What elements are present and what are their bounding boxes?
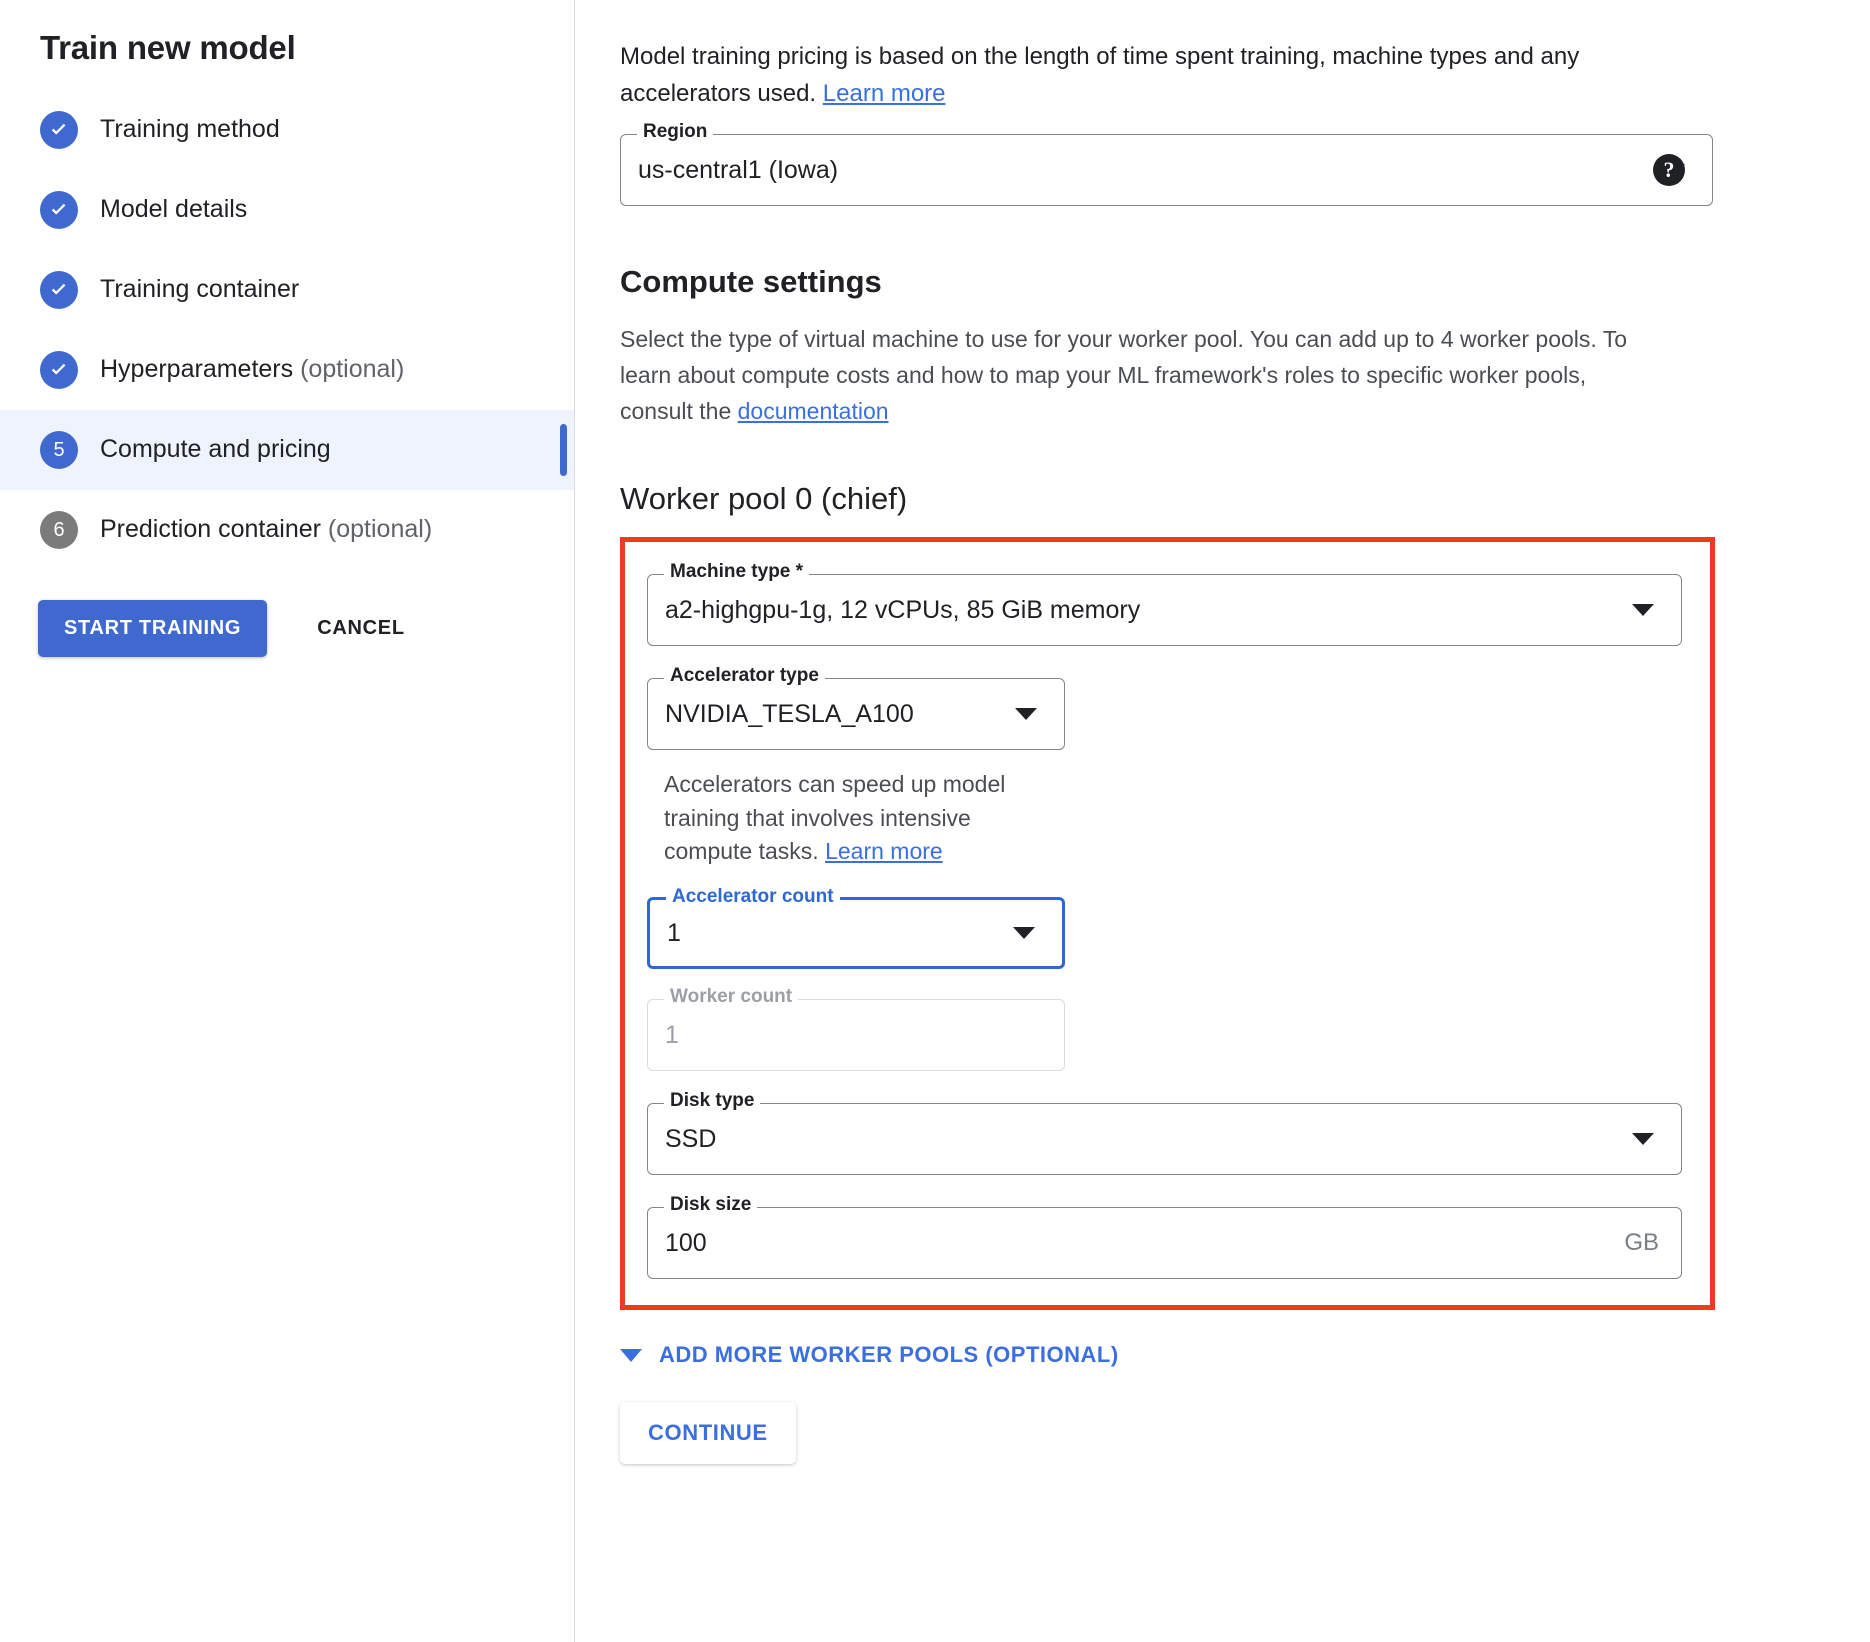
step-number-badge: 6 [40, 511, 78, 549]
accelerator-helper-text: Accelerators can speed up model training… [664, 768, 1044, 869]
accelerator-count-select[interactable]: Accelerator count 1 [647, 897, 1065, 969]
check-icon [40, 191, 78, 229]
machine-type-label: Machine type * [664, 562, 809, 581]
disk-type-select[interactable]: Disk type SSD [647, 1103, 1682, 1175]
page-title: Train new model [0, 0, 574, 68]
worker-count-input: Worker count 1 [647, 999, 1065, 1071]
sidebar-item-training-container[interactable]: Training container [0, 250, 574, 330]
compute-settings-description: Select the type of virtual machine to us… [620, 322, 1650, 429]
chevron-down-icon[interactable] [1015, 708, 1037, 720]
sidebar-item-label: Prediction container (optional) [100, 515, 432, 544]
accelerator-type-label: Accelerator type [664, 666, 825, 685]
wizard-step-list: Training method Model details Training c… [0, 90, 574, 570]
accelerator-count-label: Accelerator count [666, 887, 840, 906]
worker-pool-heading: Worker pool 0 (chief) [620, 481, 1870, 517]
documentation-link[interactable]: documentation [738, 398, 889, 424]
sidebar-item-prediction-container[interactable]: 6 Prediction container (optional) [0, 490, 574, 570]
sidebar-item-label: Training container [100, 275, 299, 304]
accelerator-type-value: NVIDIA_TESLA_A100 [648, 700, 1015, 729]
disk-size-label: Disk size [664, 1195, 757, 1214]
worker-pool-highlight-box: Machine type * a2-highgpu-1g, 12 vCPUs, … [620, 537, 1715, 1310]
disk-size-unit: GB [1624, 1229, 1681, 1257]
sidebar-item-label: Hyperparameters (optional) [100, 355, 404, 384]
pricing-intro-text: Model training pricing is based on the l… [620, 38, 1630, 112]
compute-settings-heading: Compute settings [620, 264, 1870, 300]
sidebar-actions: START TRAINING CANCEL [0, 600, 574, 657]
region-row: Region us-central1 (Iowa) ? [620, 134, 1685, 206]
step-number: 5 [53, 440, 64, 460]
accelerator-learn-more-link[interactable]: Learn more [825, 838, 943, 864]
region-value: us-central1 (Iowa) [621, 156, 1663, 185]
check-icon [40, 271, 78, 309]
disk-size-value[interactable]: 100 [648, 1229, 1624, 1258]
chevron-down-icon[interactable] [1632, 1133, 1654, 1145]
chevron-down-icon [620, 1349, 642, 1362]
active-step-indicator [560, 424, 567, 476]
sidebar-item-hyperparameters[interactable]: Hyperparameters (optional) [0, 330, 574, 410]
wizard-sidebar: Train new model Training method Model de… [0, 0, 575, 1642]
add-more-worker-pools-toggle[interactable]: ADD MORE WORKER POOLS (OPTIONAL) [620, 1342, 1870, 1368]
step-number-badge: 5 [40, 431, 78, 469]
chevron-down-icon[interactable] [1013, 927, 1035, 939]
disk-size-input[interactable]: Disk size 100 GB [647, 1207, 1682, 1279]
sidebar-item-label: Model details [100, 195, 247, 224]
accelerator-type-select[interactable]: Accelerator type NVIDIA_TESLA_A100 [647, 678, 1065, 750]
disk-type-value: SSD [648, 1125, 1632, 1154]
machine-type-value: a2-highgpu-1g, 12 vCPUs, 85 GiB memory [648, 596, 1632, 625]
worker-count-value: 1 [648, 1021, 1064, 1050]
sidebar-item-label: Compute and pricing [100, 435, 331, 464]
start-training-button[interactable]: START TRAINING [38, 600, 267, 657]
sidebar-item-label: Training method [100, 115, 280, 144]
add-more-worker-pools-label: ADD MORE WORKER POOLS (OPTIONAL) [659, 1342, 1119, 1368]
sidebar-item-compute-and-pricing[interactable]: 5 Compute and pricing [0, 410, 574, 490]
chevron-down-icon[interactable] [1632, 604, 1654, 616]
accelerator-count-value: 1 [650, 919, 1013, 948]
main-content: Model training pricing is based on the l… [575, 0, 1870, 1642]
region-label: Region [637, 122, 713, 141]
pricing-learn-more-link[interactable]: Learn more [823, 80, 946, 107]
sidebar-item-model-details[interactable]: Model details [0, 170, 574, 250]
region-select[interactable]: Region us-central1 (Iowa) [620, 134, 1713, 206]
continue-button[interactable]: CONTINUE [620, 1402, 796, 1464]
worker-count-label: Worker count [664, 987, 798, 1006]
sidebar-item-training-method[interactable]: Training method [0, 90, 574, 170]
train-new-model-wizard: Train new model Training method Model de… [0, 0, 1870, 1642]
check-icon [40, 351, 78, 389]
step-number: 6 [53, 520, 64, 540]
cancel-button[interactable]: CANCEL [311, 616, 411, 641]
check-icon [40, 111, 78, 149]
disk-type-label: Disk type [664, 1091, 760, 1110]
machine-type-select[interactable]: Machine type * a2-highgpu-1g, 12 vCPUs, … [647, 574, 1682, 646]
